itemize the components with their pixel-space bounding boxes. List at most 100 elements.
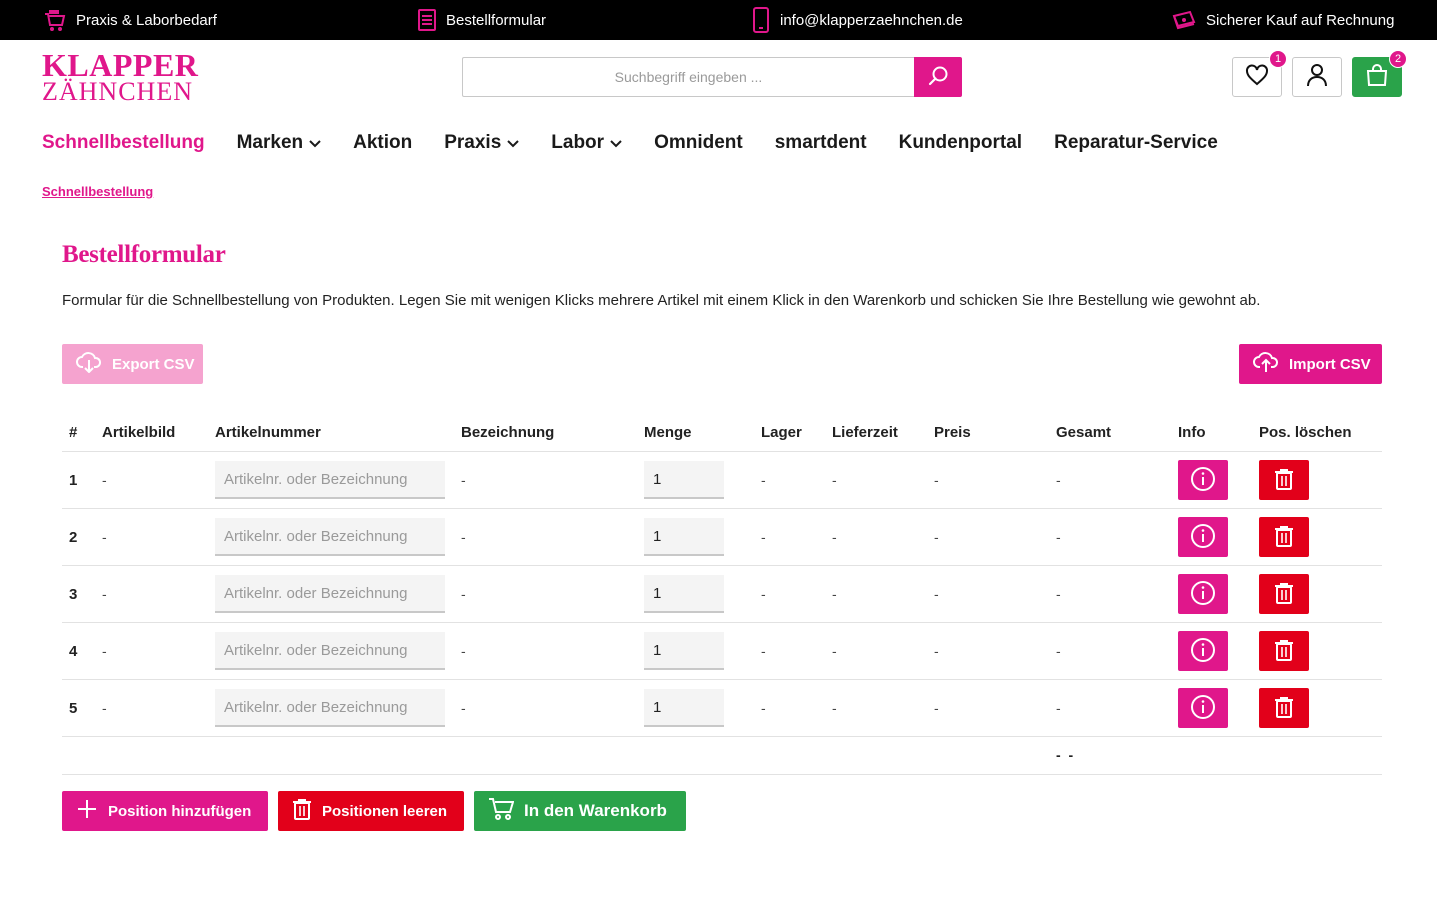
row-number: 2 [69,529,78,546]
invoice-icon [1172,10,1196,30]
row-delivery: - [832,586,837,602]
import-csv-button[interactable]: Import CSV [1239,344,1382,384]
export-csv-button[interactable]: Export CSV [62,344,203,384]
row-price: - [934,700,939,716]
row-stock: - [761,643,766,659]
row-info-button[interactable] [1178,631,1228,671]
document-icon [418,9,436,31]
user-icon [1306,63,1328,92]
quantity-input[interactable] [644,689,724,727]
row-info-button[interactable] [1178,574,1228,614]
heart-icon [1245,63,1269,91]
article-number-input[interactable] [215,461,445,499]
add-position-button[interactable]: Position hinzufügen [62,791,268,831]
main-navigation: Schnellbestellung Marken Aktion Praxis L… [42,126,1250,160]
nav-label: Omnident [654,132,743,153]
row-info-button[interactable] [1178,688,1228,728]
article-number-input[interactable] [215,689,445,727]
article-number-input[interactable] [215,518,445,556]
cart-button[interactable]: 2 [1352,50,1407,97]
row-stock: - [761,472,766,488]
table-row: 3 - - - - - - [62,566,1382,623]
trash-icon [292,798,312,824]
nav-label: Praxis [444,132,502,153]
nav-item-smartdent[interactable]: smartdent [775,132,867,154]
row-info-button[interactable] [1178,460,1228,500]
article-number-input[interactable] [215,632,445,670]
breadcrumb[interactable]: Schnellbestellung [42,184,153,199]
topbar-label: Praxis & Laborbedarf [76,11,217,29]
cloud-upload-icon [1253,351,1279,377]
nav-label: Marken [236,132,304,153]
row-delete-button[interactable] [1259,631,1309,671]
info-icon [1190,580,1216,609]
row-delivery: - [832,472,837,488]
table-row: 2 - - - - - - [62,509,1382,566]
nav-label: Kundenportal [898,132,1023,153]
col-header-delivery: Lieferzeit [832,424,898,441]
button-label: In den Warenkorb [524,801,667,820]
nav-label: Schnellbestellung [42,132,205,153]
chevron-down-icon [610,132,622,154]
info-icon [1190,523,1216,552]
row-stock: - [761,700,766,716]
row-description: - [461,643,466,659]
search-bar [462,57,962,97]
add-to-cart-button[interactable]: In den Warenkorb [474,791,686,831]
row-number: 1 [69,472,78,489]
article-number-input[interactable] [215,575,445,613]
trash-icon [1274,639,1294,664]
col-header-total: Gesamt [1056,424,1112,441]
row-delete-button[interactable] [1259,688,1309,728]
nav-item-marken[interactable]: Marken [237,132,322,154]
site-logo[interactable]: KLAPPER ZÄHNCHEN [42,49,202,106]
row-price: - [934,472,939,488]
topbar-email[interactable]: info@klapperzaehnchen.de [752,0,963,40]
nav-item-aktion[interactable]: Aktion [353,132,412,154]
button-label: Import CSV [1289,355,1371,373]
nav-item-omnident[interactable]: Omnident [654,132,743,154]
table-row: 5 - - - - - - [62,680,1382,737]
plus-icon [76,798,98,824]
row-number: 4 [69,643,78,660]
row-delete-button[interactable] [1259,517,1309,557]
shopping-bag-icon [1365,63,1389,92]
row-info-button[interactable] [1178,517,1228,557]
nav-item-labor[interactable]: Labor [551,132,622,154]
topbar-label: Sicherer Kauf auf Rechnung [1206,11,1395,29]
button-label: Position hinzufügen [108,802,252,820]
nav-item-praxis[interactable]: Praxis [444,132,519,154]
nav-item-reparatur-service[interactable]: Reparatur-Service [1054,132,1218,154]
row-number: 3 [69,586,78,603]
col-header-price: Preis [934,424,971,441]
topbar-rechnung[interactable]: Sicherer Kauf auf Rechnung [1172,0,1394,40]
top-info-bar: Praxis & Laborbedarf Bestellformular inf… [0,0,1437,40]
nav-item-schnellbestellung[interactable]: Schnellbestellung [42,132,205,154]
quantity-input[interactable] [644,518,724,556]
quantity-input[interactable] [644,575,724,613]
row-image: - [102,472,107,488]
topbar-bestellformular[interactable]: Bestellformular [418,0,546,40]
col-header-artnr: Artikelnummer [215,424,321,441]
row-delivery: - [832,529,837,545]
table-row: 1 - - - - - - [62,452,1382,509]
row-stock: - [761,586,766,602]
search-button[interactable] [914,57,962,97]
trash-icon [1274,582,1294,607]
table-header: # Artikelbild Artikelnummer Bezeichnung … [62,414,1382,452]
wishlist-button[interactable]: 1 [1232,50,1287,97]
row-delete-button[interactable] [1259,574,1309,614]
nav-item-kundenportal[interactable]: Kundenportal [899,132,1023,154]
account-button[interactable] [1292,57,1342,97]
shopping-cart-icon [488,797,515,826]
row-price: - [934,529,939,545]
col-header-num: # [69,424,78,441]
clear-positions-button[interactable]: Positionen leeren [278,791,464,831]
row-total: - [1056,700,1061,716]
info-icon [1190,694,1216,723]
search-input[interactable] [462,57,914,97]
topbar-praxis-laborbedarf[interactable]: Praxis & Laborbedarf [44,0,217,40]
quantity-input[interactable] [644,632,724,670]
quantity-input[interactable] [644,461,724,499]
row-delete-button[interactable] [1259,460,1309,500]
